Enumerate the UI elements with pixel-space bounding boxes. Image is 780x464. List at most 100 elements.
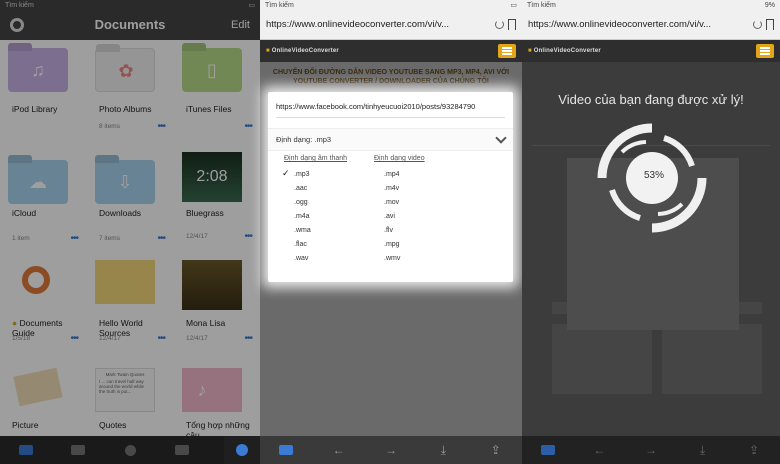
file-meta: 1/5/18 [12, 335, 31, 342]
format-option-label: .avi [384, 212, 395, 220]
tab-recents[interactable] [104, 436, 156, 464]
carrier-label: Tìm kiếm [265, 1, 294, 9]
format-option-mpg[interactable]: .mpg [374, 237, 464, 251]
download-icon[interactable]: ⤓ [433, 443, 453, 458]
folder-icon: ✿ [95, 48, 155, 92]
format-option-wmv[interactable]: .wmv [374, 251, 464, 265]
file-name: iPod Library [12, 104, 58, 114]
format-option-wav[interactable]: .wav [284, 251, 374, 265]
file-item[interactable]: ⇩ Downloads 7 items ••• [87, 152, 173, 252]
url-field[interactable]: https://www.onlinevideoconverter.com/vi/… [528, 19, 749, 30]
format-option-m4a[interactable]: .m4a [284, 209, 374, 223]
files-button[interactable] [538, 445, 558, 455]
format-option-mp4[interactable]: .mp4 [374, 167, 464, 181]
format-option-aac[interactable]: .aac [284, 181, 374, 195]
bookmark-icon[interactable] [508, 19, 516, 30]
file-item[interactable]: Hello World Sources 12/4/17 ••• [87, 252, 173, 352]
format-option-flv[interactable]: .flv [374, 223, 464, 237]
tab-store[interactable] [156, 436, 208, 464]
documents-navbar: Documents Edit [0, 10, 260, 40]
site-header: ■ OnlineVideoConverter [260, 40, 522, 62]
format-option-flac[interactable]: .flac [284, 237, 374, 251]
file-item[interactable]: ♫ iPod Library [0, 40, 86, 140]
file-item[interactable]: ● Documents Guide 1/5/18 ••• [0, 252, 86, 352]
format-option-label: .ogg [294, 198, 308, 206]
site-logo[interactable]: ■ OnlineVideoConverter [528, 48, 601, 54]
file-name: Picture [12, 420, 39, 430]
file-name: Downloads [99, 208, 142, 218]
tab-browser[interactable] [224, 436, 260, 464]
format-option-label: .aac [294, 184, 308, 192]
documents-panel: Tìm kiếm ▭ Documents Edit ♫ iPod Library… [0, 0, 260, 464]
cart-icon [175, 445, 189, 455]
browser-url-bar: https://www.onlinevideoconverter.com/vi/… [260, 10, 522, 40]
bookmark-icon[interactable] [766, 19, 774, 30]
tab-services[interactable] [52, 436, 104, 464]
format-select-label: Định dạng: .mp3 [276, 135, 332, 144]
share-icon[interactable]: ⇪ [486, 443, 506, 457]
format-option-m4v[interactable]: .m4v [374, 181, 464, 195]
file-item[interactable]: ✿ Photo Albums 8 items ••• [87, 40, 173, 140]
forward-icon[interactable]: → [641, 443, 661, 457]
format-option-label: .m4a [294, 212, 310, 220]
browser-toolbar: ← → ⤓ ⇪ [522, 436, 780, 464]
format-select[interactable]: Định dạng: .mp3 [268, 128, 513, 151]
format-option-avi[interactable]: .avi [374, 209, 464, 223]
file-item[interactable]: Mona Lisa 12/4/17 ••• [174, 252, 260, 352]
format-option-label: .mov [384, 198, 400, 206]
site-logo[interactable]: ■ OnlineVideoConverter [266, 48, 339, 54]
file-item[interactable]: 2:08 Bluegrass 12/4/17 ••• [174, 150, 260, 250]
format-option-label: .wmv [384, 254, 401, 262]
forward-icon[interactable]: → [381, 443, 401, 457]
format-option-mp3[interactable]: ✓ .mp3 [282, 167, 374, 181]
format-option-label: .mpg [384, 240, 400, 248]
back-icon[interactable]: ← [589, 443, 609, 457]
more-icon[interactable]: ••• [157, 122, 165, 132]
more-icon[interactable]: ••• [70, 334, 78, 344]
format-option-label: .flac [294, 240, 307, 248]
format-option-label: .wma [294, 226, 311, 234]
status-bar: Tìm kiếm ▭ [260, 0, 522, 10]
music-note-icon: ♪ [197, 379, 207, 400]
more-icon[interactable]: ••• [157, 334, 165, 344]
folder-icon: ☁ [8, 160, 68, 204]
music-file-icon: ♪ [182, 368, 242, 412]
file-meta: 1 item [12, 235, 30, 242]
converter-form: https://www.facebook.com/tinhyeucuoi2010… [268, 92, 513, 282]
video-format-list: Định dạng video .mp4 .m4v .mov .avi .flv… [374, 155, 464, 265]
files-button[interactable] [276, 445, 296, 455]
format-options: Định dạng âm thanh ✓ .mp3 .aac .ogg .m4a … [268, 151, 513, 265]
format-option-mov[interactable]: .mov [374, 195, 464, 209]
more-icon[interactable]: ••• [157, 234, 165, 244]
more-icon[interactable]: ••• [244, 122, 252, 132]
folder-icon: ♫ [8, 48, 68, 92]
format-option-ogg[interactable]: .ogg [284, 195, 374, 209]
download-icon[interactable]: ⤓ [693, 443, 713, 458]
unread-dot-icon: ● [12, 318, 20, 328]
zip-file-icon [95, 260, 155, 304]
file-item[interactable]: ☁ iCloud 1 item ••• [0, 152, 86, 252]
more-icon[interactable]: ••• [70, 234, 78, 244]
format-option-wma[interactable]: .wma [284, 223, 374, 237]
usb-icon: ▯ [207, 59, 217, 80]
file-name: Mona Lisa [186, 318, 226, 328]
url-field[interactable]: https://www.onlinevideoconverter.com/vi/… [266, 19, 491, 30]
tab-documents[interactable] [0, 436, 52, 464]
thumbnail-title: Mark Twain Quotes [105, 372, 145, 377]
video-url-input[interactable]: https://www.facebook.com/tinhyeucuoi2010… [276, 102, 505, 118]
audio-format-header: Định dạng âm thanh [284, 155, 348, 162]
share-icon[interactable]: ⇪ [744, 443, 764, 457]
hamburger-menu-button[interactable] [756, 44, 774, 58]
folder-icon: ⇩ [95, 160, 155, 204]
reload-icon[interactable] [495, 20, 504, 29]
more-icon[interactable]: ••• [244, 334, 252, 344]
battery-icon: ▭ [510, 2, 517, 9]
folder-icon [540, 445, 555, 455]
file-item[interactable]: ▯ iTunes Files ••• [174, 40, 260, 140]
reload-icon[interactable] [753, 20, 762, 29]
more-icon[interactable]: ••• [244, 232, 252, 242]
back-icon[interactable]: ← [329, 443, 349, 457]
hamburger-menu-button[interactable] [498, 44, 516, 58]
page-title: Documents [94, 17, 166, 32]
lifebuoy-icon [22, 266, 50, 294]
